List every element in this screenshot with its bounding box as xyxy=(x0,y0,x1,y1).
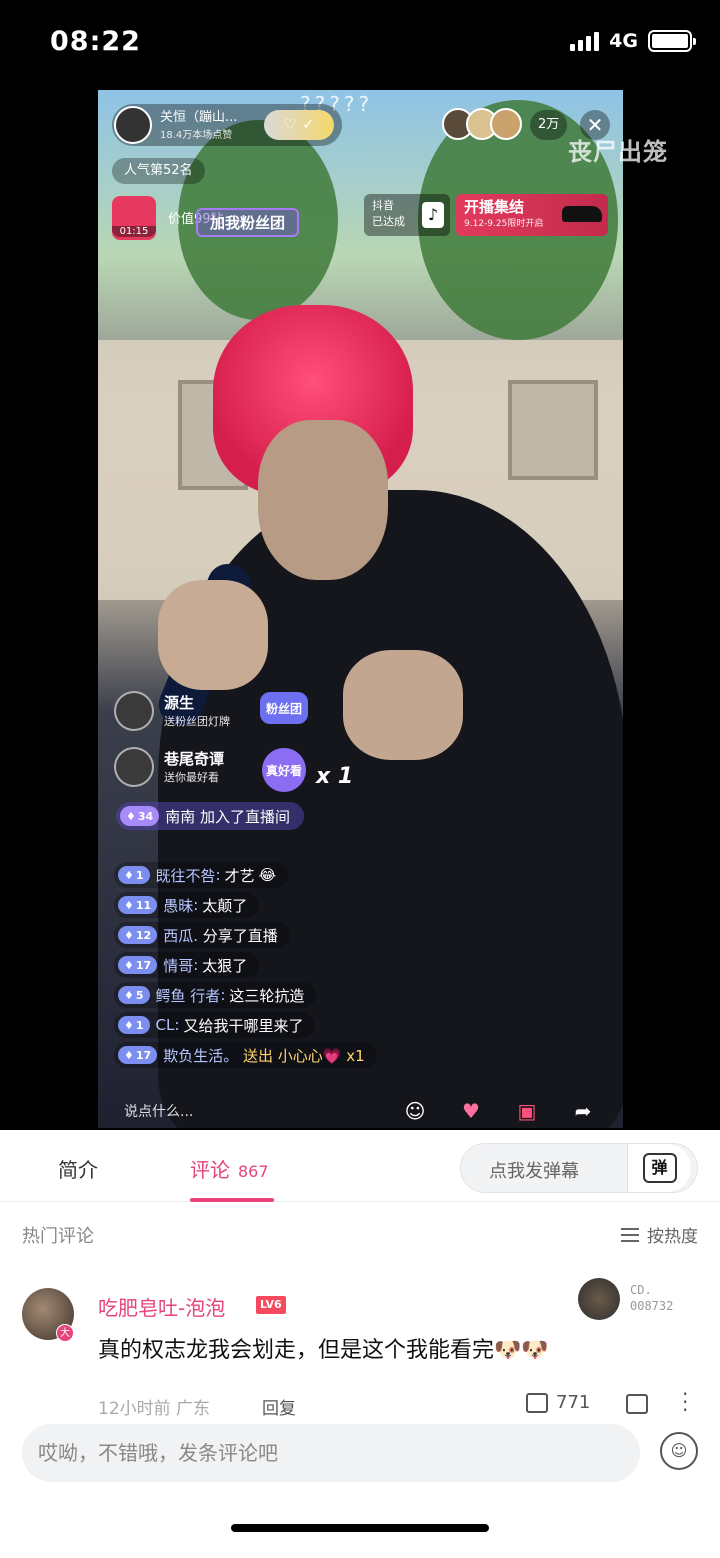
home-indicator[interactable] xyxy=(231,1524,489,1532)
gift-action: 送粉丝团灯牌 xyxy=(164,715,230,728)
close-icon[interactable]: ✕ xyxy=(580,110,610,140)
send-danmaku-button[interactable]: 点我发弹幕 弹 xyxy=(460,1143,698,1193)
tiktok-icon: ♪ xyxy=(422,202,444,228)
follow-button[interactable]: ♡ ✓ xyxy=(264,110,334,140)
live-comment[interactable]: ♦ 1 CL: 又给我干哪里来了 xyxy=(114,1012,316,1038)
heart-gift-icon: 真好看 xyxy=(262,748,306,792)
live-comment[interactable]: ♦ 17 情哥: 太狠了 xyxy=(114,952,260,978)
user-badge: 大 xyxy=(56,1324,74,1342)
gift-notification[interactable]: 源生 送粉丝团灯牌 xyxy=(114,688,230,734)
douyin-task-card[interactable]: 抖音 已达成 ♪ xyxy=(364,194,450,236)
live-comment[interactable]: ♦ 1 既往不咎: 才艺 😂 xyxy=(114,862,289,888)
comment-body: 真的权志龙我会划走，但是这个我能看完🐶🐶 xyxy=(98,1338,549,1363)
avatar[interactable] xyxy=(114,747,154,787)
reply-button[interactable]: 回复 xyxy=(262,1394,296,1419)
host-likes: 18.4万本场点赞 xyxy=(160,129,233,141)
live-comment-input[interactable]: 说点什么... xyxy=(112,1096,382,1128)
danmaku-icon: 弹 xyxy=(642,1153,677,1183)
join-text: 加入了直播间 xyxy=(199,807,290,826)
like-count: 771 xyxy=(556,1392,591,1413)
popularity-rank[interactable]: 人气第52名 xyxy=(112,158,205,184)
danmaku-toggle[interactable]: 弹 xyxy=(627,1144,691,1192)
battery-icon xyxy=(648,30,696,52)
car-icon xyxy=(562,206,602,222)
tab-comments-label: 评论 xyxy=(190,1158,230,1182)
signal-icon xyxy=(570,31,600,51)
content-panel: 简介 评论 867 点我发弹幕 弹 热门评论 按热度 大 吃肥皂吐-泡泡 LV6 … xyxy=(0,1130,720,1558)
pk-timer: 01:15 xyxy=(112,226,156,237)
thumbs-down-icon[interactable] xyxy=(626,1394,648,1414)
gift-icon[interactable]: ▣ xyxy=(512,1096,542,1126)
gift-notification[interactable]: 巷尾奇谭 送你最好看 xyxy=(114,744,224,790)
heart-icon[interactable]: ♥ xyxy=(456,1096,486,1126)
live-comment[interactable]: ♦ 11 愚昧: 太颠了 xyxy=(114,892,260,918)
live-comment[interactable]: ♦ 17 欺负生活。 送出 小心心💗 x1 xyxy=(114,1042,377,1068)
thumbs-up-icon xyxy=(526,1392,548,1413)
medal-icon[interactable] xyxy=(578,1278,620,1320)
share-icon[interactable]: ➦ xyxy=(568,1096,598,1126)
check-icon: ✓ xyxy=(302,117,315,133)
live-action-bar: ☺ ♥ ▣ ➦ xyxy=(400,1096,598,1126)
heart-icon: ♡ xyxy=(283,117,297,133)
join-notification: ♦ 34 南南 加入了直播间 xyxy=(116,802,304,830)
live-comment[interactable]: ♦ 5 鳄鱼 行者: 这三轮抗造 xyxy=(114,982,317,1008)
live-comment[interactable]: ♦ 12 西瓜. 分享了直播 xyxy=(114,922,290,948)
level-badge: ♦ 17 xyxy=(118,956,158,974)
level-badge: ♦ 12 xyxy=(118,926,158,944)
comment-input[interactable]: 哎呦，不错哦，发条评论吧 xyxy=(22,1424,640,1482)
level-badge: ♦ 11 xyxy=(118,896,158,914)
sort-label: 按热度 xyxy=(647,1227,698,1247)
like-button[interactable]: 771 xyxy=(526,1392,590,1413)
hot-comments-title: 热门评论 xyxy=(22,1226,94,1247)
tab-underline xyxy=(190,1198,274,1202)
live-comments: ♦ 1 既往不咎: 才艺 😂 ♦ 11 愚昧: 太颠了 ♦ 12 西瓜. 分享了直播 ♦… xyxy=(114,862,414,1072)
danmaku-label: 点我发弹幕 xyxy=(489,1161,579,1182)
tab-intro[interactable]: 简介 xyxy=(58,1154,98,1183)
comment-input-bar: 哎呦，不错哦，发条评论吧 ☺ xyxy=(0,1420,720,1558)
gift-multiplier: x 1 xyxy=(316,764,354,789)
fans-lamp-gift-icon: 粉丝团 xyxy=(260,692,308,724)
host-avatar[interactable] xyxy=(114,106,152,144)
comment-username[interactable]: 吃肥皂吐-泡泡 xyxy=(98,1292,225,1321)
network-type: 4G xyxy=(609,30,638,52)
level-badge: ♦ 1 xyxy=(118,866,150,884)
status-time: 08:22 xyxy=(50,26,141,57)
tab-comments[interactable]: 评论 867 xyxy=(190,1154,269,1183)
level-badge: ♦ 34 xyxy=(120,806,160,826)
level-badge: ♦ 17 xyxy=(118,1046,158,1064)
host-name: 关恒（蹦山... xyxy=(160,109,238,125)
medal-text: CD. 008732 xyxy=(630,1283,674,1313)
join-user: 南南 xyxy=(165,807,196,826)
status-bar: 08:22 4G xyxy=(0,0,720,90)
comment-meta: 12小时前 广东 xyxy=(98,1399,211,1419)
viewer-count[interactable]: 2万 xyxy=(530,110,568,140)
event-banner[interactable]: 开播集结 9.12-9.25限时开启 xyxy=(456,194,608,236)
emoji-icon[interactable]: ☺ xyxy=(400,1096,430,1126)
level-badge: LV6 xyxy=(256,1296,286,1314)
menu-icon xyxy=(621,1227,639,1242)
status-indicators: 4G xyxy=(570,30,696,52)
avatar[interactable] xyxy=(114,691,154,731)
level-badge: ♦ 1 xyxy=(118,1016,150,1034)
more-icon[interactable]: · · · xyxy=(682,1384,688,1420)
gift-sender: 巷尾奇谭 xyxy=(164,750,225,768)
host-card[interactable]: 关恒（蹦山... 18.4万本场点赞 ♡ ✓ xyxy=(112,104,342,146)
gift-sender: 源生 xyxy=(164,694,195,712)
comment-count: 867 xyxy=(238,1162,269,1181)
viewer-avatars[interactable] xyxy=(442,108,522,140)
watermark-text: 丧尸出笼 xyxy=(568,138,668,166)
tab-bar: 简介 评论 867 点我发弹幕 弹 xyxy=(0,1130,720,1202)
laugh-emoji-icon: 😂 xyxy=(258,866,277,884)
emoji-icon[interactable]: ☺ xyxy=(660,1432,698,1470)
join-fans-club-banner[interactable]: 加我粉丝团 xyxy=(196,208,300,237)
gift-action: 送你最好看 xyxy=(164,771,219,784)
level-badge: ♦ 5 xyxy=(118,986,150,1004)
sort-button[interactable]: 按热度 xyxy=(621,1222,698,1247)
